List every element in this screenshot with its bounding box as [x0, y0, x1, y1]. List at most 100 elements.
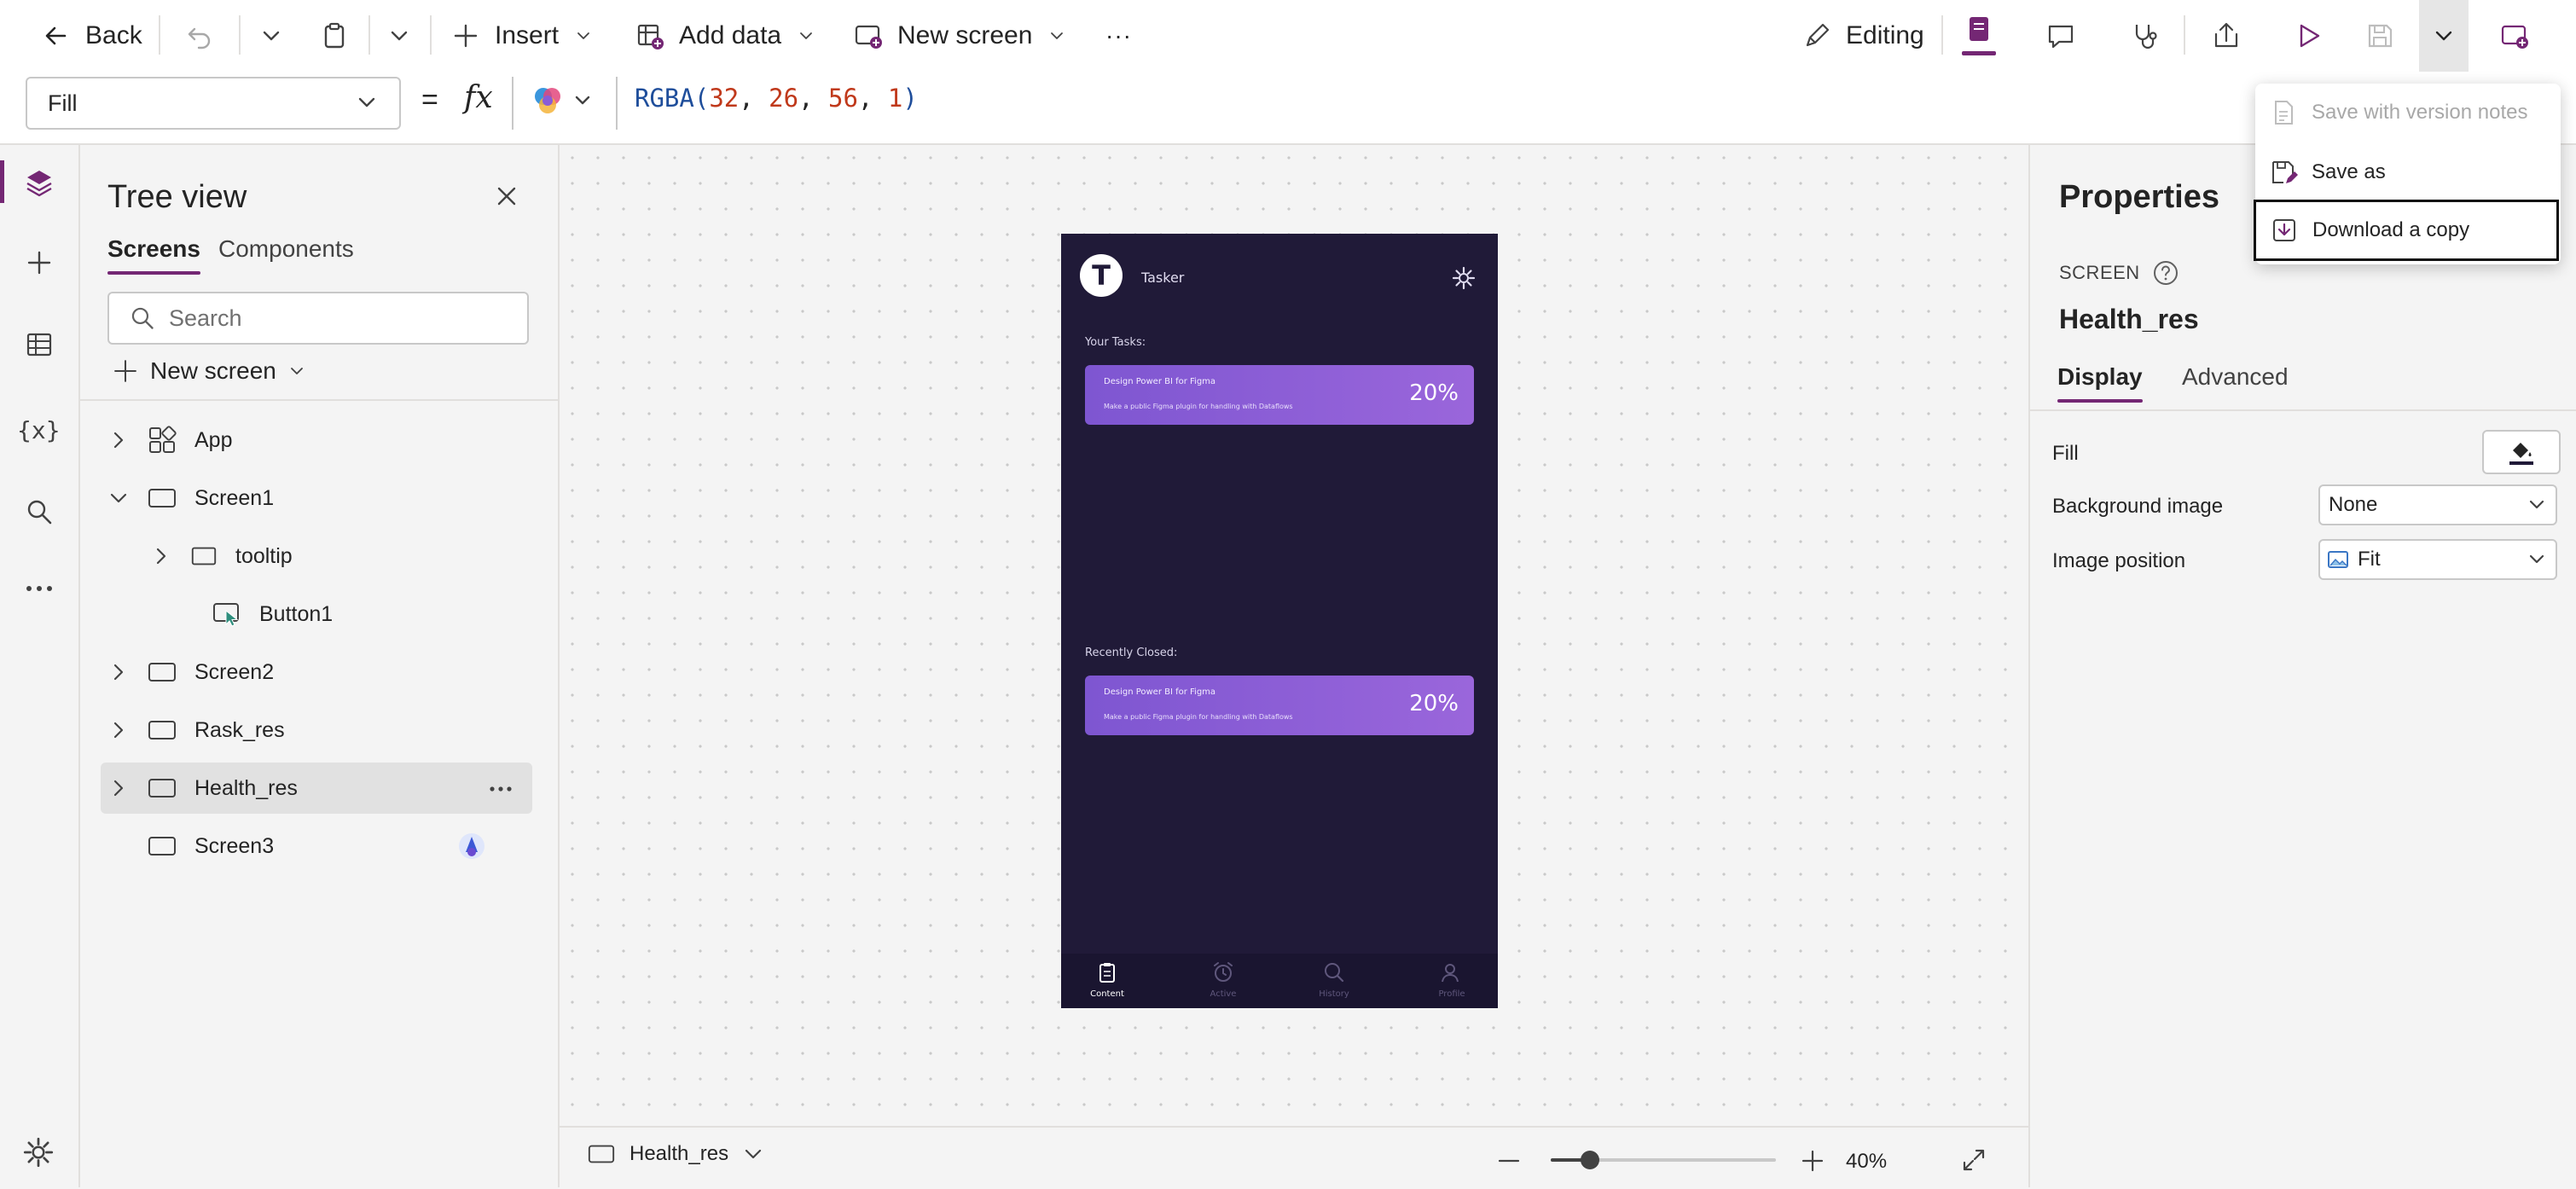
preview-play-button[interactable] — [2291, 12, 2325, 60]
back-button[interactable]: Back — [39, 12, 142, 60]
arrow-left-icon — [45, 26, 67, 45]
help-icon[interactable] — [2152, 259, 2179, 287]
close-icon[interactable] — [490, 179, 524, 213]
copilot-button[interactable] — [531, 84, 595, 118]
zoom-value: 40% — [1846, 1150, 1888, 1173]
chevron-right-icon[interactable] — [107, 777, 130, 799]
variables-icon[interactable]: {x} — [17, 416, 61, 444]
formula-separator: , — [798, 84, 828, 113]
app-checker-stethoscope-button[interactable] — [2127, 12, 2161, 60]
fill-color-picker[interactable] — [2482, 430, 2561, 474]
chevron-right-icon[interactable] — [107, 429, 130, 451]
nav-item-content[interactable]: Content — [1061, 954, 1170, 1008]
divider — [80, 399, 558, 401]
tree-node-screen2[interactable]: Screen2 — [101, 647, 532, 698]
fit-to-window-icon[interactable] — [1958, 1145, 1989, 1175]
paint-bucket-icon — [2509, 443, 2533, 465]
chevron-right-icon[interactable] — [107, 661, 130, 683]
share-button[interactable] — [2209, 12, 2243, 60]
insert-plus-icon[interactable] — [22, 246, 56, 280]
node-label: Rask_res — [194, 717, 285, 742]
settings-gear-icon[interactable] — [1450, 264, 1477, 292]
chevron-down-icon — [391, 31, 408, 41]
property-dropdown[interactable]: Fill — [26, 77, 401, 130]
comments-button[interactable] — [2044, 12, 2078, 60]
undo-button[interactable] — [183, 12, 217, 60]
more-ellipsis-icon[interactable] — [488, 776, 513, 802]
menu-item-save-with-version-notes[interactable]: Save with version notes — [2255, 84, 2561, 142]
task-card[interactable]: Design Power BI for Figma Make a public … — [1085, 365, 1474, 425]
node-label: App — [194, 427, 233, 452]
properties-panel: Properties SCREEN Health_res Display Adv… — [2028, 145, 2576, 1187]
tree-node-screen1[interactable]: Screen1 — [101, 473, 532, 524]
tab-components[interactable]: Components — [218, 235, 354, 263]
properties-title: Properties — [2059, 179, 2219, 215]
tab-screens[interactable]: Screens — [107, 235, 200, 275]
zoom-slider-thumb[interactable] — [1581, 1151, 1599, 1169]
insert-button[interactable]: Insert — [449, 12, 596, 60]
tab-advanced[interactable]: Advanced — [2182, 363, 2289, 391]
save-button[interactable] — [2363, 12, 2397, 60]
task-card[interactable]: Design Power BI for Figma Make a public … — [1085, 676, 1474, 735]
tab-display[interactable]: Display — [2057, 363, 2143, 403]
chevron-down-icon[interactable] — [107, 487, 130, 509]
tree-node-screen3[interactable]: Screen3 — [101, 821, 532, 872]
clipboard-icon — [324, 22, 345, 49]
screen-type-label: SCREEN — [2059, 262, 2140, 283]
formula-input[interactable]: RGBA(32, 26, 56, 1) — [635, 84, 918, 113]
tree-node-app[interactable]: App — [101, 415, 532, 466]
copilot-icon — [535, 88, 560, 113]
image-position-dropdown[interactable]: Fit — [2318, 539, 2557, 580]
tree-node-tooltip[interactable]: tooltip — [101, 531, 532, 582]
background-image-dropdown[interactable]: None — [2318, 484, 2557, 525]
zoom-in-icon[interactable] — [1798, 1146, 1827, 1175]
settings-gear-icon[interactable] — [20, 1134, 56, 1170]
table-add-icon — [637, 24, 664, 49]
menu-item-save-as[interactable]: Save as — [2255, 143, 2561, 201]
zoom-slider[interactable] — [1551, 1151, 1776, 1169]
app-icon — [149, 426, 177, 453]
clipboard-icon — [1099, 963, 1115, 983]
more-ellipsis-icon[interactable] — [22, 571, 56, 606]
nav-item-history[interactable]: History — [1279, 954, 1389, 1008]
download-copy-icon — [2273, 219, 2295, 241]
tree-node-button1[interactable]: Button1 — [101, 589, 532, 640]
editing-label: Editing — [1846, 21, 1924, 49]
undo-dropdown-button[interactable] — [254, 12, 288, 60]
paste-button[interactable] — [317, 12, 351, 60]
plus-icon — [114, 360, 136, 382]
tree-node-rask-res[interactable]: Rask_res — [101, 705, 532, 756]
app-checker-button[interactable] — [1962, 12, 1996, 67]
formula-function: RGBA( — [635, 84, 710, 113]
nav-item-active[interactable]: Active — [1170, 954, 1279, 1008]
zoom-out-icon[interactable] — [1494, 1146, 1523, 1175]
publish-button[interactable] — [2498, 12, 2532, 60]
more-commands-button[interactable]: ··· — [1105, 12, 1132, 60]
search-input[interactable]: Search — [107, 292, 529, 345]
fill-label: Fill — [2052, 442, 2079, 465]
nav-item-profile[interactable]: Profile — [1389, 954, 1498, 1008]
pencil-icon — [1806, 23, 1830, 47]
image-position-value: Fit — [2358, 548, 2381, 571]
chevron-right-icon[interactable] — [150, 545, 172, 567]
new-screen-button[interactable]: New screen — [851, 12, 1070, 60]
add-data-button[interactable]: Add data — [633, 12, 819, 60]
recently-closed-label: Recently Closed: — [1085, 647, 1178, 659]
layers-icon[interactable] — [22, 165, 56, 200]
paste-dropdown-button[interactable] — [382, 12, 416, 60]
logo-letter: T — [1092, 259, 1111, 292]
new-screen-icon — [855, 25, 882, 49]
data-table-icon[interactable] — [22, 328, 56, 362]
tree-node-health-res[interactable]: Health_res — [101, 763, 532, 814]
search-icon — [131, 307, 154, 329]
screen-type-row: SCREEN — [2059, 259, 2179, 287]
search-icon[interactable] — [22, 495, 56, 529]
save-options-dropdown-button[interactable] — [2419, 0, 2469, 72]
screen-selector[interactable]: Health_res — [587, 1140, 764, 1169]
editing-mode-button[interactable]: Editing — [1800, 12, 1924, 60]
menu-item-download-a-copy[interactable]: Download a copy — [2254, 200, 2559, 261]
phone-screen-preview[interactable]: T Tasker Your Tasks: Design Power BI for… — [1061, 234, 1498, 1008]
chevron-right-icon[interactable] — [107, 719, 130, 741]
design-canvas[interactable]: T Tasker Your Tasks: Design Power BI for… — [560, 145, 2028, 1126]
new-screen-link[interactable]: New screen — [111, 357, 307, 386]
